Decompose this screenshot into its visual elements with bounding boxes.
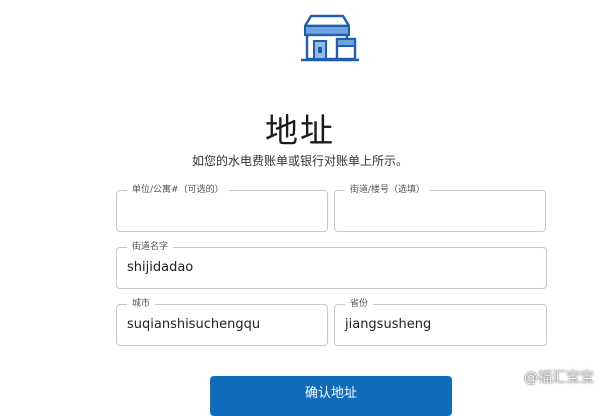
street-number-label: 街道/楼号（选填） — [345, 184, 431, 196]
street-name-field[interactable]: 街道名字 shijidadao — [116, 241, 547, 289]
street-name-value: shijidadao — [127, 260, 194, 275]
city-value: suqianshisuchengqu — [127, 317, 261, 332]
unit-field[interactable]: 单位/公寓#（可选的） — [116, 184, 328, 232]
page-subtitle: 如您的水电费账单或银行对账单上所示。 — [191, 154, 408, 168]
province-label: 省份 — [345, 298, 374, 310]
city-label: 城市 — [127, 298, 156, 310]
page-title: 地址 — [265, 111, 335, 150]
unit-label: 单位/公寓#（可选的） — [127, 184, 229, 196]
province-field[interactable]: 省份 jiangsusheng — [334, 298, 547, 346]
street-name-label: 街道名字 — [127, 241, 174, 253]
city-field[interactable]: 城市 suqianshisuchengqu — [116, 298, 328, 346]
province-value: jiangsusheng — [345, 317, 432, 332]
store-logo-icon — [299, 14, 361, 70]
street-number-field[interactable]: 街道/楼号（选填） — [334, 184, 546, 232]
confirm-address-button[interactable]: 确认地址 — [210, 376, 452, 416]
watermark: @福汇宝宝 — [524, 370, 594, 386]
